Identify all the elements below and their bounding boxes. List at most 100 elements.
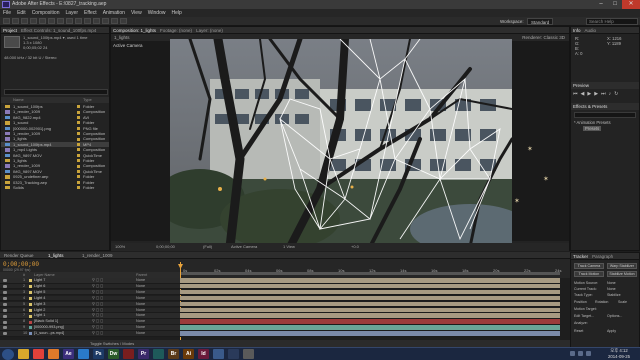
layer-label-color[interactable]: [29, 285, 32, 289]
brush-tool-icon[interactable]: [84, 18, 91, 24]
layer-duration-bar[interactable]: [180, 283, 560, 290]
layer-row[interactable]: 2 Light 6 ⚲ ◻ ◻ None: [0, 283, 180, 290]
play-icon[interactable]: ▶: [587, 91, 591, 99]
audition-icon[interactable]: [153, 348, 164, 359]
menu-layer[interactable]: Layer: [65, 9, 78, 17]
layer-name[interactable]: Light 2: [34, 308, 45, 313]
layer-label-color[interactable]: [29, 320, 32, 324]
label-color-swatch[interactable]: [77, 121, 80, 125]
visibility-eye-icon[interactable]: [3, 279, 7, 283]
layer-switches-icon[interactable]: ⚲ ◻ ◻: [92, 284, 103, 289]
app3-icon[interactable]: [243, 348, 254, 359]
options-button[interactable]: Options...: [607, 314, 622, 318]
layer-label-color[interactable]: [29, 296, 32, 300]
close-button[interactable]: ✕: [622, 0, 640, 9]
layer-label-color[interactable]: [29, 302, 32, 306]
layer-name[interactable]: Light 6: [34, 284, 45, 289]
layer-switches-icon[interactable]: ⚲ ◻ ◻: [92, 296, 103, 301]
renderer-label[interactable]: Renderer: Classic 3D: [522, 34, 565, 41]
prev-frame-icon[interactable]: ◀: [581, 91, 585, 99]
layer-name[interactable]: [000000-993.png]: [34, 325, 64, 330]
layer-name[interactable]: Light 7: [34, 278, 45, 283]
menu-edit[interactable]: Edit: [17, 9, 26, 17]
layer-name[interactable]: [Black Solid 1]: [34, 319, 58, 324]
layer-parent-select[interactable]: None: [136, 302, 145, 307]
layer-row[interactable]: 10 [1_soun...ps.mp4] ⚲ ◻ ◻ None: [0, 331, 180, 337]
aftereffects-icon[interactable]: Ae: [63, 348, 74, 359]
label-color-swatch[interactable]: [77, 110, 80, 114]
premiere-icon[interactable]: Pr: [138, 348, 149, 359]
layer-name[interactable]: Light 3: [34, 302, 45, 307]
layer-switches-icon[interactable]: ⚲ ◻ ◻: [92, 278, 103, 283]
visibility-eye-icon[interactable]: [3, 320, 7, 324]
magnification-select[interactable]: 100%: [115, 243, 125, 251]
media-icon[interactable]: [78, 348, 89, 359]
visibility-eye-icon[interactable]: [3, 326, 7, 330]
explorer-icon[interactable]: [18, 348, 29, 359]
label-color-swatch[interactable]: [77, 186, 80, 190]
layer-duration-bar[interactable]: [180, 278, 560, 284]
comp-navigator-item[interactable]: 1_lights: [114, 35, 130, 40]
audio-icon[interactable]: ♪: [609, 91, 612, 99]
volume-icon[interactable]: [578, 351, 583, 356]
camera-tool-icon[interactable]: [39, 18, 46, 24]
rotation-tool-icon[interactable]: [30, 18, 37, 24]
tab-effect-controls[interactable]: Effect Controls: 1_sound_100fps.mp4: [21, 27, 96, 33]
layer-duration-bar[interactable]: [180, 313, 560, 319]
label-color-swatch[interactable]: [77, 126, 80, 130]
layer-parent-select[interactable]: None: [136, 308, 145, 313]
track-type-select[interactable]: Stabilize: [607, 293, 621, 297]
next-frame-icon[interactable]: ▶: [594, 91, 598, 99]
hand-tool-icon[interactable]: [12, 18, 19, 24]
apply-button[interactable]: Apply: [607, 329, 616, 333]
type-tool-icon[interactable]: [75, 18, 82, 24]
layer-switches-icon[interactable]: ⚲ ◻ ◻: [92, 325, 103, 330]
layer-name[interactable]: Light 5: [34, 290, 45, 295]
label-color-swatch[interactable]: [77, 137, 80, 141]
edit-target-button[interactable]: Edit Target...: [574, 314, 594, 318]
layer-parent-select[interactable]: None: [136, 296, 145, 301]
current-time-display[interactable]: 0;00;00;00: [156, 243, 175, 251]
layer-label-color[interactable]: [29, 291, 32, 295]
tab-tracker[interactable]: Tracker: [573, 253, 588, 259]
label-color-swatch[interactable]: [77, 175, 80, 179]
indesign-icon[interactable]: Id: [198, 348, 209, 359]
label-color-swatch[interactable]: [77, 159, 80, 163]
tab-info[interactable]: Info: [573, 27, 581, 33]
layer-parent-select[interactable]: None: [136, 290, 145, 295]
label-color-swatch[interactable]: [77, 180, 80, 184]
dreamweaver-icon[interactable]: Dw: [108, 348, 119, 359]
layer-switches-icon[interactable]: ⚲ ◻ ◻: [92, 319, 103, 324]
shape-tool-icon[interactable]: [57, 18, 64, 24]
animation-presets-item[interactable]: * Animation Presets: [574, 120, 611, 125]
tab-paragraph[interactable]: Paragraph: [592, 253, 613, 259]
tab-timeline-lights[interactable]: 1_lights: [48, 252, 64, 259]
view-layout-select[interactable]: 1 View: [283, 243, 295, 251]
system-clock[interactable]: 오후 4:12 2014-09-25: [600, 348, 638, 359]
effects-presets-tab[interactable]: Effects & Presets: [571, 103, 639, 110]
layer-switches-icon[interactable]: ⚲ ◻ ◻: [92, 302, 103, 307]
clone-tool-icon[interactable]: [93, 18, 100, 24]
visibility-eye-icon[interactable]: [3, 308, 7, 312]
stabilize-motion-button[interactable]: Stabilize Motion: [607, 271, 637, 277]
label-color-swatch[interactable]: [77, 169, 80, 173]
firefox-icon[interactable]: [48, 348, 59, 359]
eraser-tool-icon[interactable]: [102, 18, 109, 24]
chrome-icon[interactable]: [33, 348, 44, 359]
visibility-eye-icon[interactable]: [3, 314, 7, 318]
app2-icon[interactable]: [228, 348, 239, 359]
tab-footage[interactable]: Footage: (none): [160, 27, 192, 33]
layer-parent-select[interactable]: None: [136, 319, 145, 324]
pan-behind-tool-icon[interactable]: [48, 18, 55, 24]
label-color-swatch[interactable]: [77, 142, 80, 146]
layer-switches-icon[interactable]: ⚲ ◻ ◻: [92, 308, 103, 313]
layer-label-color[interactable]: [29, 332, 32, 336]
label-color-swatch[interactable]: [77, 164, 80, 168]
layer-parent-select[interactable]: None: [136, 331, 145, 336]
label-color-swatch[interactable]: [77, 132, 80, 136]
last-frame-icon[interactable]: ⏭: [601, 91, 606, 99]
menu-window[interactable]: Window: [148, 9, 166, 17]
menu-view[interactable]: View: [131, 9, 142, 17]
footage-frame[interactable]: [170, 39, 512, 247]
layer-duration-bar[interactable]: [180, 289, 560, 296]
